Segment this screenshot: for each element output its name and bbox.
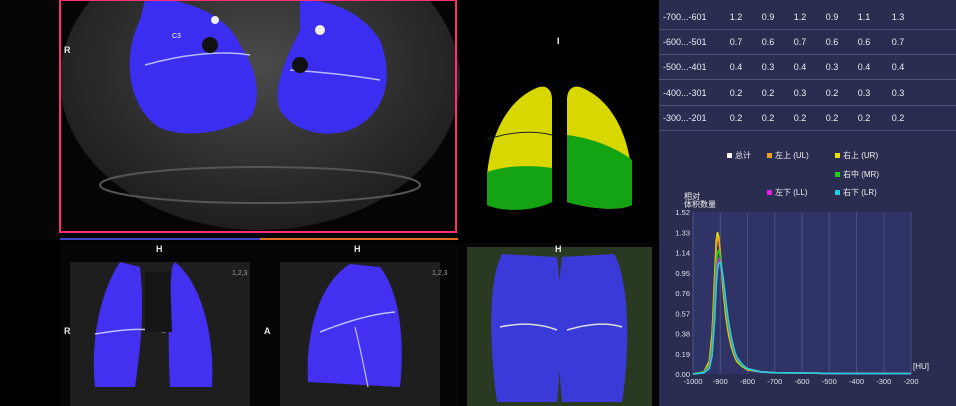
- table-cell: 0.3: [825, 62, 839, 72]
- volume-view[interactable]: H: [462, 242, 657, 406]
- table-cell: 0.4: [857, 62, 871, 72]
- table-cell: 1.2: [793, 12, 807, 22]
- table-cell: 0.4: [891, 62, 905, 72]
- table-cell: 0.6: [825, 37, 839, 47]
- table-cell: 0.7: [793, 37, 807, 47]
- lobe-diagram: I: [462, 0, 657, 240]
- volume-top-label: H: [555, 244, 562, 254]
- y-tick-label: 0.76: [675, 289, 690, 298]
- x-tick-label: -500: [822, 377, 837, 386]
- table-cell: 0.3: [793, 88, 807, 98]
- sagittal-top-label: H: [354, 244, 361, 254]
- table-cell: 0.3: [761, 62, 775, 72]
- table-cell: 0.6: [857, 37, 871, 47]
- table-row-range: -400...-301: [663, 88, 707, 98]
- y-tick-label: 0.38: [675, 330, 690, 339]
- coronal-view[interactable]: H R 1,2,3: [60, 242, 260, 406]
- table-cell: 0.4: [793, 62, 807, 72]
- table-row: -400...-301 0.2 0.2 0.3 0.2 0.3 0.3: [659, 81, 956, 106]
- y-tick-label: 0.00: [675, 370, 690, 379]
- axial-view[interactable]: R C3: [0, 0, 460, 240]
- table-cell: 0.2: [891, 113, 905, 123]
- axial-divider-right: [260, 238, 458, 240]
- table-cell: 0.6: [761, 37, 775, 47]
- y-tick-label: 0.19: [675, 350, 690, 359]
- orientation-label: R: [64, 45, 71, 55]
- table-cell: 0.9: [825, 12, 839, 22]
- y-tick-label: 1.14: [675, 249, 690, 258]
- table-row-range: -500...-401: [663, 62, 707, 72]
- table-cell: 0.2: [825, 113, 839, 123]
- sagittal-side-label: A: [264, 326, 271, 336]
- table-cell: 0.2: [761, 88, 775, 98]
- table-row: -700...-601 1.2 0.9 1.2 0.9 1.1 1.3: [659, 5, 956, 30]
- table-row: -300...-201 0.2 0.2 0.2 0.2 0.2 0.2: [659, 106, 956, 131]
- x-tick-label: -300: [876, 377, 891, 386]
- table-row: -600...-501 0.7 0.6 0.7 0.6 0.6 0.7: [659, 30, 956, 55]
- table-cell: 1.1: [857, 12, 871, 22]
- x-tick-label: -400: [849, 377, 864, 386]
- table-cell: 1.2: [729, 12, 743, 22]
- table-cell: 0.3: [891, 88, 905, 98]
- volume-render-image: [467, 247, 652, 406]
- table-cell: 0.3: [857, 88, 871, 98]
- cursor-label: C3: [172, 33, 181, 40]
- x-tick-label: -900: [713, 377, 728, 386]
- sagittal-ct-image: [280, 262, 440, 406]
- table-cell: 0.2: [729, 88, 743, 98]
- coronal-scale-label: 1,2,3: [232, 270, 248, 277]
- y-tick-label: 1.52: [675, 208, 690, 217]
- coronal-top-label: H: [156, 244, 163, 254]
- table-cell: 0.2: [793, 113, 807, 123]
- lobe-diagram-marker: I: [557, 36, 560, 46]
- axial-ct-image: [59, 0, 460, 233]
- table-cell: 0.2: [729, 113, 743, 123]
- table-row-range: -600...-501: [663, 37, 707, 47]
- table-cell: 0.9: [761, 12, 775, 22]
- x-tick-label: -600: [794, 377, 809, 386]
- table-row-range: -300...-201: [663, 113, 707, 123]
- sagittal-view[interactable]: H A 1,2,3: [260, 242, 460, 406]
- x-tick-label: -700: [767, 377, 782, 386]
- axial-divider: [60, 238, 260, 240]
- x-axis-label: [HU]: [913, 362, 929, 371]
- table-cell: 0.2: [857, 113, 871, 123]
- distribution-table: -700...-601 1.2 0.9 1.2 0.9 1.1 1.3 -600…: [659, 0, 956, 143]
- y-axis-label: 体积数量: [684, 199, 716, 209]
- table-row-range: -700...-601: [663, 12, 707, 22]
- x-tick-label: -800: [740, 377, 755, 386]
- sagittal-scale-label: 1,2,3: [432, 270, 448, 277]
- table-cell: 0.2: [761, 113, 775, 123]
- y-tick-label: 0.57: [675, 309, 690, 318]
- histogram-chart: -1000 -900 -800 -700 -600 -500 -400 -300 -2000.0…: [675, 191, 929, 386]
- table-cell: 1.3: [891, 12, 905, 22]
- histogram-panel: 总计 左上 (UL) 右上 (UR) 右中 (MR) 左下 (LL) 右下 (L…: [659, 143, 956, 406]
- table-cell: 0.4: [729, 62, 743, 72]
- table-cell: 0.7: [891, 37, 905, 47]
- table-cell: 0.2: [825, 88, 839, 98]
- coronal-side-label: R: [64, 326, 71, 336]
- y-tick-label: 1.33: [675, 228, 690, 237]
- table-cell: 0.7: [729, 37, 743, 47]
- table-row: -500...-401 0.4 0.3 0.4 0.3 0.4 0.4: [659, 55, 956, 80]
- x-tick-label: -200: [903, 377, 918, 386]
- coronal-ct-image: [70, 262, 250, 406]
- y-tick-label: 0.95: [675, 269, 690, 278]
